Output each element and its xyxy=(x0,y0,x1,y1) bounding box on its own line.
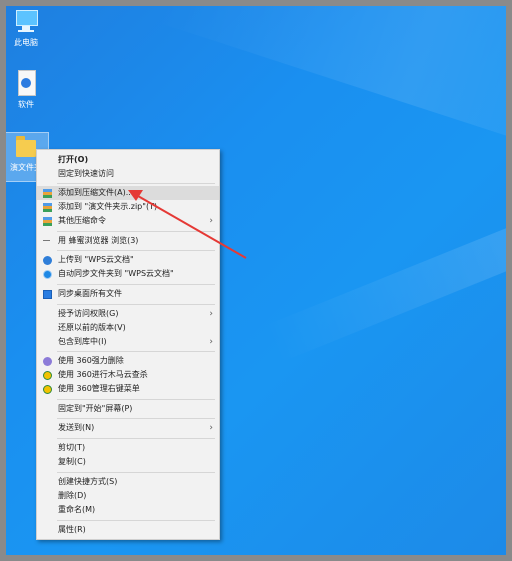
menu-item-360-manage[interactable]: 使用 360管理右键菜单 xyxy=(37,382,219,396)
menu-item-label: 属性(R) xyxy=(58,525,86,534)
menu-item-label: 上传到 "WPS云文档" xyxy=(58,255,134,264)
menu-item-label: 其他压缩命令 xyxy=(58,216,106,225)
menu-item-pin-quick-access[interactable]: 固定到快速访问 xyxy=(37,167,219,181)
menu-item-label: 用 蜂蜜浏览器 浏览(3) xyxy=(58,236,139,245)
menu-item-label: 包含到库中(I) xyxy=(58,337,107,346)
menu-separator xyxy=(57,520,215,521)
360-shield-icon xyxy=(43,371,52,380)
menu-item-properties[interactable]: 属性(R) xyxy=(37,523,219,537)
archive-icon xyxy=(43,189,52,198)
menu-separator xyxy=(57,438,215,439)
menu-item-label: 固定到"开始"屏幕(P) xyxy=(58,404,133,413)
context-menu: 打开(O) 固定到快速访问 添加到压缩文件(A)... 添加到 "演文件夹示.z… xyxy=(36,149,220,540)
menu-item-label: 使用 360管理右键菜单 xyxy=(58,384,140,393)
menu-item-sync-desktop[interactable]: 同步桌面所有文件 xyxy=(37,287,219,301)
menu-item-label: 同步桌面所有文件 xyxy=(58,289,122,298)
menu-item-add-to-zip[interactable]: 添加到 "演文件夹示.zip"(T) xyxy=(37,200,219,214)
document-icon xyxy=(13,70,39,96)
menu-item-label: 删除(D) xyxy=(58,491,87,500)
menu-item-rename[interactable]: 重命名(M) xyxy=(37,503,219,517)
sync-box-icon xyxy=(43,290,52,299)
menu-separator xyxy=(57,250,215,251)
menu-item-delete[interactable]: 删除(D) xyxy=(37,489,219,503)
menu-item-label: 固定到快速访问 xyxy=(58,169,114,178)
menu-item-label: 发送到(N) xyxy=(58,423,95,432)
dash-icon xyxy=(43,240,50,241)
chevron-right-icon: › xyxy=(209,309,213,319)
menu-separator xyxy=(57,399,215,400)
desktop-icon-label: 此电脑 xyxy=(14,38,38,47)
archive-icon xyxy=(43,217,52,226)
menu-separator xyxy=(57,472,215,473)
menu-item-label: 还原以前的版本(V) xyxy=(58,323,126,332)
menu-item-open[interactable]: 打开(O) xyxy=(37,153,219,167)
menu-item-upload-wps[interactable]: 上传到 "WPS云文档" xyxy=(37,253,219,267)
menu-item-browse[interactable]: 用 蜂蜜浏览器 浏览(3) xyxy=(37,234,219,248)
menu-item-label: 复制(C) xyxy=(58,457,86,466)
menu-item-label: 创建快捷方式(S) xyxy=(58,477,118,486)
menu-item-label: 自动同步文件夹到 "WPS云文档" xyxy=(58,269,174,278)
menu-item-more-compress[interactable]: 其他压缩命令 › xyxy=(37,214,219,228)
menu-separator xyxy=(57,304,215,305)
menu-item-include-library[interactable]: 包含到库中(I) › xyxy=(37,335,219,349)
menu-item-send-to[interactable]: 发送到(N) › xyxy=(37,421,219,435)
menu-separator xyxy=(57,183,215,184)
menu-item-restore-versions[interactable]: 还原以前的版本(V) xyxy=(37,321,219,335)
menu-item-label: 重命名(M) xyxy=(58,505,96,514)
menu-item-label: 使用 360进行木马云查杀 xyxy=(58,370,148,379)
shred-icon xyxy=(43,357,52,366)
chevron-right-icon: › xyxy=(209,423,213,433)
desktop-icon-software[interactable]: 软件 xyxy=(6,70,48,110)
menu-separator xyxy=(57,231,215,232)
menu-item-add-to-archive[interactable]: 添加到压缩文件(A)... xyxy=(37,186,219,200)
menu-separator xyxy=(57,284,215,285)
menu-item-label: 添加到 "演文件夹示.zip"(T) xyxy=(58,202,158,211)
menu-item-label: 使用 360强力删除 xyxy=(58,356,124,365)
360-shield-icon xyxy=(43,385,52,394)
menu-item-pin-start[interactable]: 固定到"开始"屏幕(P) xyxy=(37,402,219,416)
menu-separator xyxy=(57,418,215,419)
menu-separator xyxy=(57,351,215,352)
menu-item-360-shred[interactable]: 使用 360强力删除 xyxy=(37,354,219,368)
chevron-right-icon: › xyxy=(209,216,213,226)
computer-icon xyxy=(13,8,39,34)
menu-item-cut[interactable]: 剪切(T) xyxy=(37,441,219,455)
archive-icon xyxy=(43,203,52,212)
screenshot-frame: 此电脑 软件 演文件夹 打开(O) 固定到快速访问 添加到压缩文件(A)... xyxy=(0,0,512,561)
chevron-right-icon: › xyxy=(209,337,213,347)
menu-item-label: 添加到压缩文件(A)... xyxy=(58,188,134,197)
desktop-icon-this-pc[interactable]: 此电脑 xyxy=(6,8,48,48)
menu-item-label: 打开(O) xyxy=(58,155,89,164)
menu-item-label: 剪切(T) xyxy=(58,443,86,452)
menu-item-create-shortcut[interactable]: 创建快捷方式(S) xyxy=(37,475,219,489)
desktop-icon-label: 软件 xyxy=(18,100,34,109)
menu-item-360-scan[interactable]: 使用 360进行木马云查杀 xyxy=(37,368,219,382)
cloud-upload-icon xyxy=(43,256,52,265)
menu-item-copy[interactable]: 复制(C) xyxy=(37,455,219,469)
sync-icon xyxy=(43,270,52,279)
menu-item-label: 授予访问权限(G) xyxy=(58,309,119,318)
menu-item-sync-wps[interactable]: 自动同步文件夹到 "WPS云文档" xyxy=(37,267,219,281)
wallpaper-light-beam xyxy=(263,168,506,364)
menu-item-grant-access[interactable]: 授予访问权限(G) › xyxy=(37,307,219,321)
